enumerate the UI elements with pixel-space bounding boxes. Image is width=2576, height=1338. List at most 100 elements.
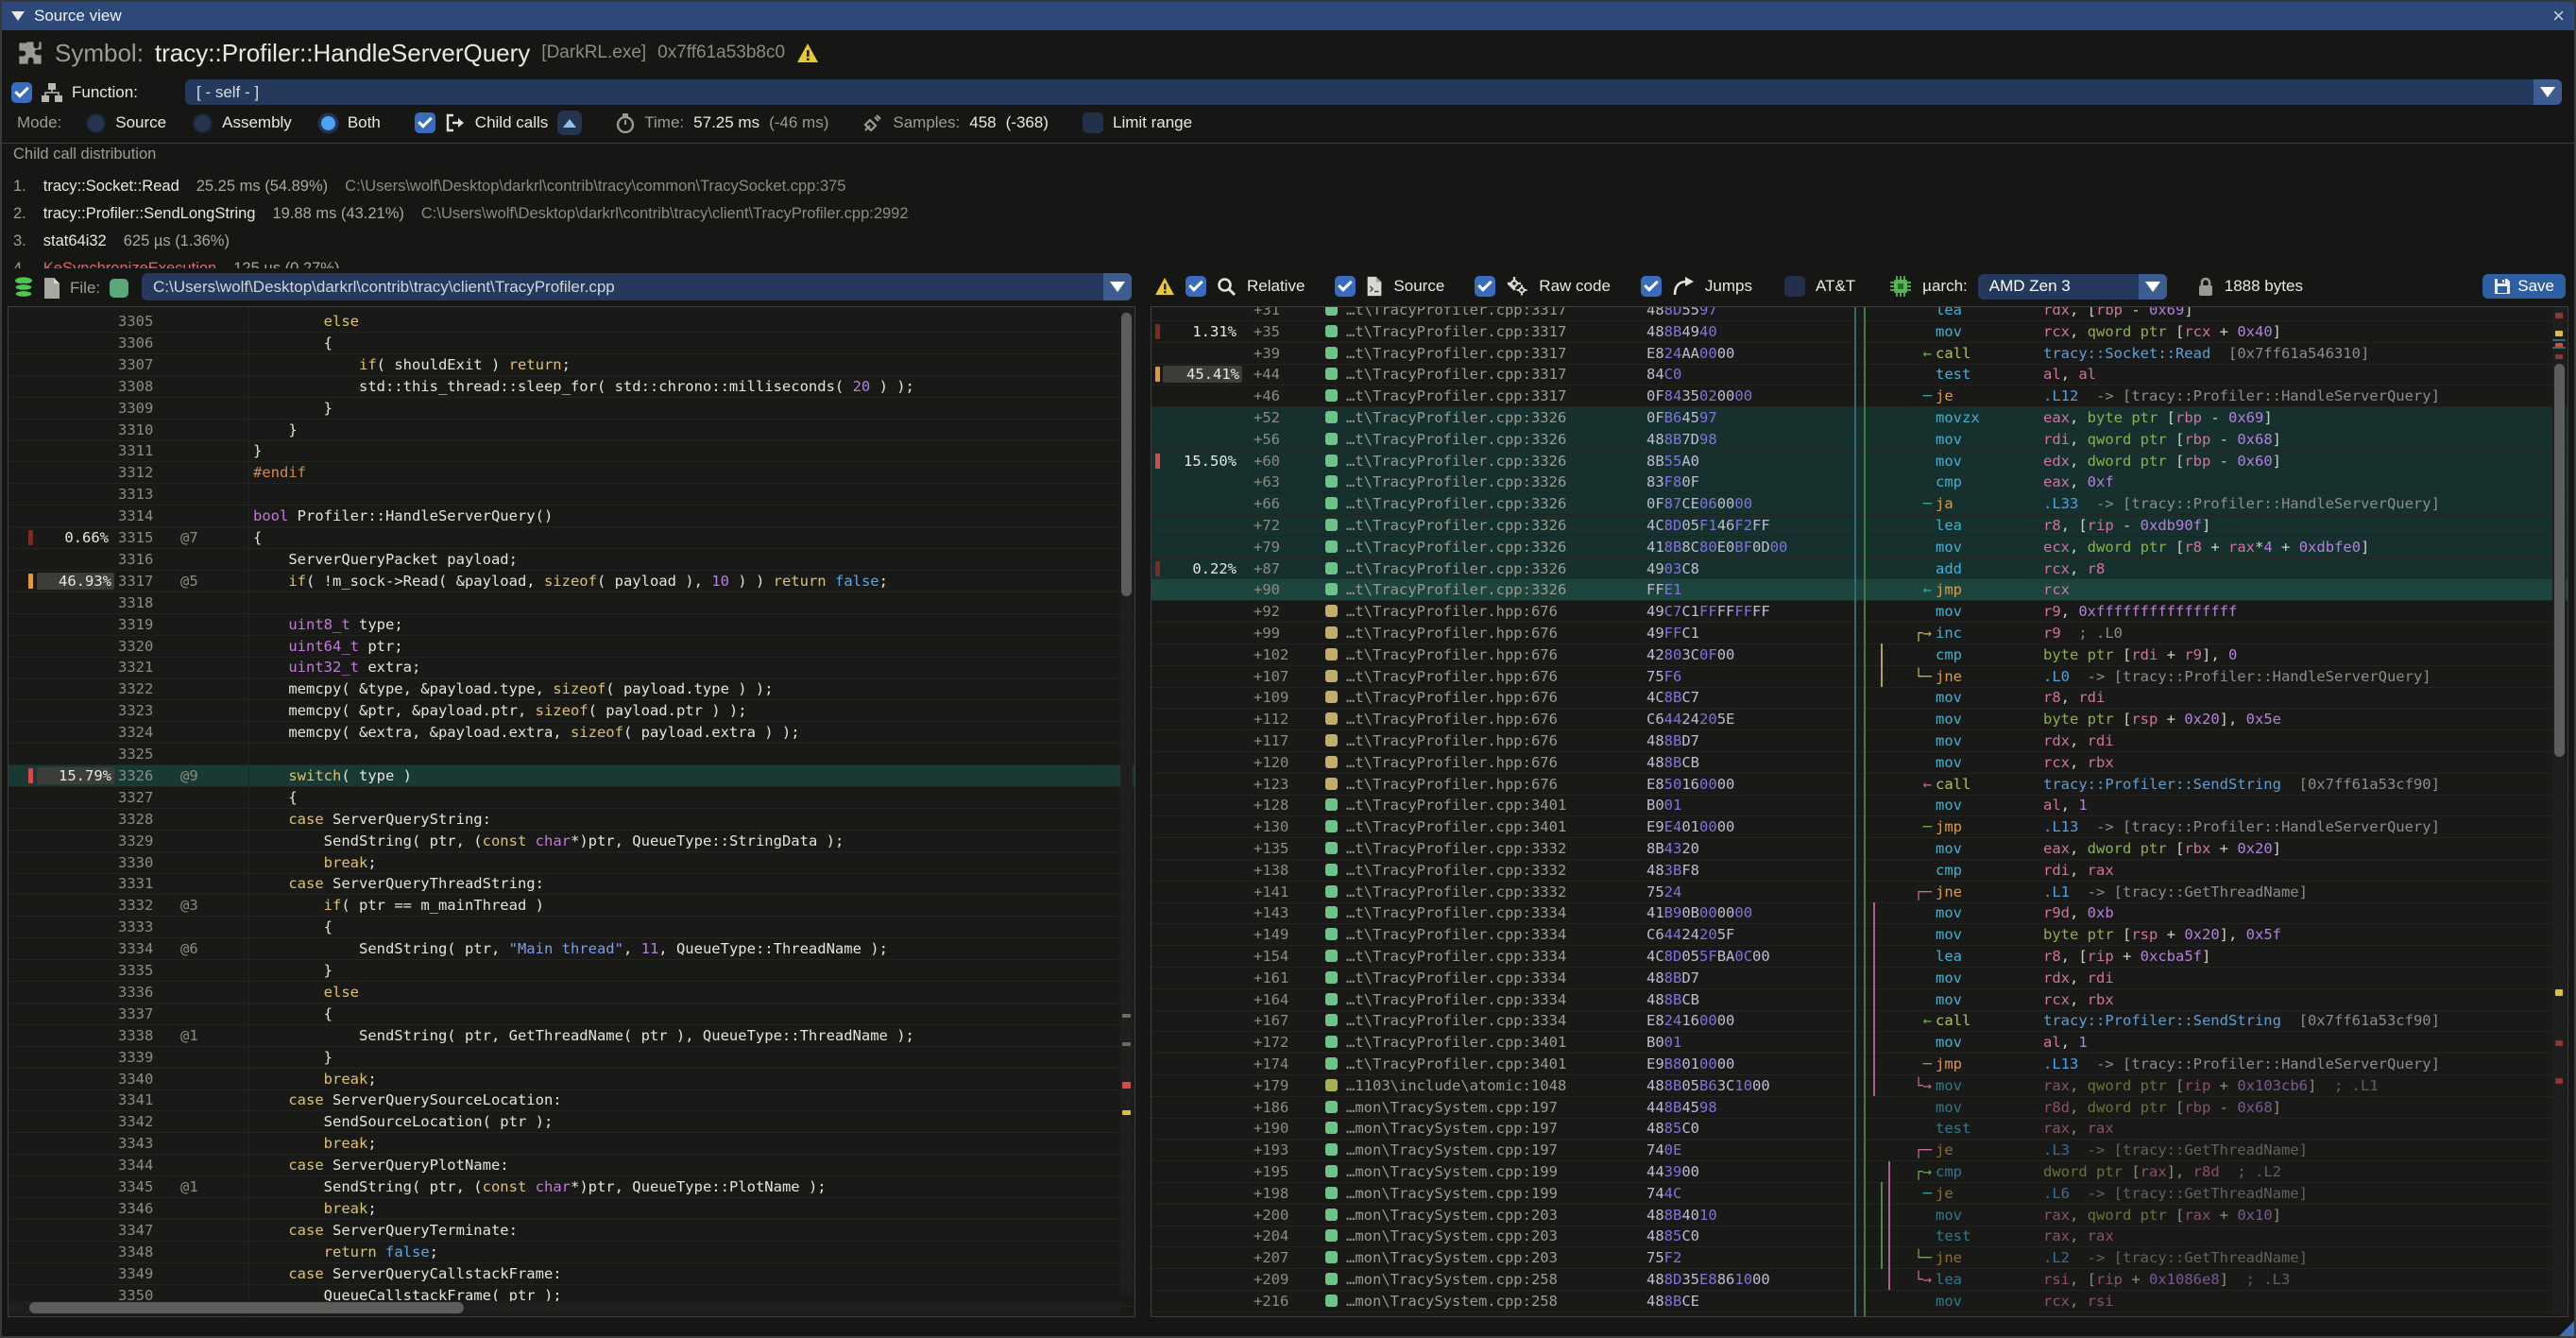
- jumps-checkbox[interactable]: [1641, 276, 1662, 297]
- asm-source-location[interactable]: …t\TracyProfiler.cpp:3326: [1346, 495, 1566, 512]
- asm-source-location[interactable]: …mon\TracySystem.cpp:203: [1346, 1249, 1558, 1266]
- line-number[interactable]: 3313: [118, 486, 153, 503]
- line-number[interactable]: 3337: [118, 1005, 153, 1022]
- line-number[interactable]: 3307: [118, 356, 153, 373]
- source-line-row[interactable]: 3324 memcpy( &extra, &payload.extra, siz…: [9, 722, 1134, 744]
- line-number[interactable]: 3330: [118, 854, 153, 871]
- asm-mnemonic[interactable]: add: [1936, 560, 1962, 577]
- att-label[interactable]: AT&T: [1816, 277, 1855, 296]
- function-select-arrow-icon[interactable]: [2533, 79, 2562, 105]
- asm-instruction-row[interactable]: 1.31%+35…t\TracyProfiler.cpp:3317488B494…: [1152, 321, 2567, 343]
- collapse-triangle-icon[interactable]: [11, 11, 25, 21]
- line-number[interactable]: 3347: [118, 1222, 153, 1239]
- asm-source-location[interactable]: …t\TracyProfiler.cpp:3317: [1346, 306, 1566, 318]
- source-line-row[interactable]: 3316 ServerQueryPacket payload;: [9, 549, 1134, 571]
- asm-mnemonic[interactable]: je: [1936, 387, 1953, 404]
- asm-mnemonic[interactable]: mov: [1936, 431, 1962, 448]
- asm-mnemonic[interactable]: mov: [1936, 1099, 1962, 1116]
- asm-instruction-row[interactable]: +198…mon\TracySystem.cpp:199744C─je.L6 -…: [1152, 1183, 2567, 1205]
- uarch-select-arrow-icon[interactable]: [2139, 274, 2167, 300]
- mode-option-both[interactable]: Both: [348, 113, 381, 132]
- asm-instruction-row[interactable]: +141…t\TracyProfiler.cpp:33327524┌─jne.L…: [1152, 882, 2567, 903]
- asm-instruction-row[interactable]: +90…t\TracyProfiler.cpp:3326FFE1←jmprcx: [1152, 579, 2567, 601]
- asm-source-location[interactable]: …t\TracyProfiler.hpp:676: [1346, 711, 1558, 728]
- asm-mnemonic[interactable]: mov: [1936, 323, 1962, 340]
- function-select[interactable]: [ - self - ]: [185, 79, 2562, 105]
- source-line-row[interactable]: 3332@3 if( ptr == m_mainThread ): [9, 895, 1134, 917]
- asm-mnemonic[interactable]: call: [1936, 1012, 1970, 1029]
- asm-instruction-row[interactable]: +123…t\TracyProfiler.hpp:676E850160000←c…: [1152, 774, 2567, 796]
- asm-mnemonic[interactable]: mov: [1936, 926, 1962, 943]
- line-number[interactable]: 3327: [118, 789, 153, 806]
- source-pane[interactable]: 3305 else3306 {3307 if( shouldExit ) ret…: [8, 306, 1135, 1317]
- asm-instruction-row[interactable]: +130…t\TracyProfiler.cpp:3401E9E4010000─…: [1152, 816, 2567, 838]
- child-call-entry[interactable]: 1.tracy::Socket::Read25.25 ms (54.89%)C:…: [13, 174, 845, 198]
- line-number[interactable]: 3346: [118, 1200, 153, 1217]
- asm-instruction-row[interactable]: +207…mon\TracySystem.cpp:20375F2└─jne.L2…: [1152, 1247, 2567, 1269]
- asm-mnemonic[interactable]: mov: [1936, 1077, 1962, 1094]
- asm-mnemonic[interactable]: call: [1936, 345, 1970, 362]
- mode-option-source[interactable]: Source: [115, 113, 166, 132]
- source-line-row[interactable]: 3349 case ServerQueryCallstackFrame:: [9, 1263, 1134, 1285]
- asm-source-location[interactable]: …mon\TracySystem.cpp:258: [1346, 1293, 1558, 1310]
- asm-instruction-row[interactable]: +107…t\TracyProfiler.hpp:67675F6└─jne.L0…: [1152, 666, 2567, 688]
- asm-instruction-row[interactable]: 0.22%+87…t\TracyProfiler.cpp:33264903C8a…: [1152, 558, 2567, 580]
- att-checkbox[interactable]: [1784, 276, 1805, 297]
- source-line-row[interactable]: 3327 {: [9, 787, 1134, 809]
- source-line-row[interactable]: 3310 }: [9, 420, 1134, 441]
- line-number[interactable]: 3314: [118, 507, 153, 524]
- line-number[interactable]: 3328: [118, 811, 153, 828]
- asm-mnemonic[interactable]: mov: [1936, 754, 1962, 771]
- child-call-entry[interactable]: 3.stat64i32625 µs (1.36%): [13, 229, 230, 253]
- asm-source-location[interactable]: …t\TracyProfiler.cpp:3326: [1346, 453, 1566, 470]
- asm-mnemonic[interactable]: lea: [1936, 517, 1962, 534]
- source-line-row[interactable]: 46.93%3317@5 if( !m_sock->Read( &payload…: [9, 571, 1134, 592]
- child-call-entry[interactable]: 2.tracy::Profiler::SendLongString19.88 m…: [13, 201, 909, 226]
- asm-source-location[interactable]: …mon\TracySystem.cpp:199: [1346, 1185, 1558, 1202]
- source-hscroll-thumb[interactable]: [29, 1302, 464, 1313]
- line-number[interactable]: 3322: [118, 680, 153, 697]
- relative-label[interactable]: Relative: [1247, 277, 1305, 296]
- asm-source-location[interactable]: …t\TracyProfiler.hpp:676: [1346, 668, 1558, 685]
- asm-instruction-row[interactable]: +209…mon\TracySystem.cpp:258488D35E88610…: [1152, 1269, 2567, 1291]
- asm-instruction-row[interactable]: +92…t\TracyProfiler.hpp:67649C7C1FFFFFFF…: [1152, 601, 2567, 623]
- raw-code-checkbox[interactable]: [1475, 276, 1495, 297]
- file-select-arrow-icon[interactable]: [1103, 273, 1132, 300]
- line-number[interactable]: 3338: [118, 1027, 153, 1044]
- source-line-row[interactable]: 3343 break;: [9, 1133, 1134, 1155]
- source-line-row[interactable]: 3328 case ServerQueryString:: [9, 809, 1134, 831]
- file-select[interactable]: C:\Users\wolf\Desktop\darkrl\contrib\tra…: [142, 273, 1132, 300]
- asm-source-location[interactable]: …t\TracyProfiler.cpp:3332: [1346, 840, 1566, 857]
- asm-instruction-row[interactable]: +117…t\TracyProfiler.hpp:676488BD7movrdx…: [1152, 730, 2567, 752]
- line-number[interactable]: 3318: [118, 594, 153, 611]
- asm-source-location[interactable]: …t\TracyProfiler.hpp:676: [1346, 646, 1558, 663]
- asm-mnemonic[interactable]: test: [1936, 366, 1970, 383]
- asm-instruction-row[interactable]: +52…t\TracyProfiler.cpp:33260FB64597movz…: [1152, 407, 2567, 429]
- source-line-row[interactable]: 3347 case ServerQueryTerminate:: [9, 1220, 1134, 1242]
- asm-mnemonic[interactable]: inc: [1936, 625, 1962, 642]
- line-number[interactable]: 3315: [118, 529, 153, 546]
- asm-mnemonic[interactable]: mov: [1936, 1293, 1962, 1310]
- asm-mnemonic[interactable]: mov: [1936, 732, 1962, 749]
- asm-source-location[interactable]: …t\TracyProfiler.cpp:3326: [1346, 473, 1566, 490]
- line-number[interactable]: 3320: [118, 638, 153, 655]
- asm-mnemonic[interactable]: jne: [1936, 883, 1962, 901]
- asm-source-location[interactable]: …t\TracyProfiler.cpp:3334: [1346, 991, 1566, 1008]
- asm-source-location[interactable]: …mon\TracySystem.cpp:199: [1346, 1163, 1558, 1180]
- asm-mnemonic[interactable]: je: [1936, 1141, 1953, 1158]
- line-number[interactable]: 3311: [118, 442, 153, 459]
- source-line-row[interactable]: 3323 memcpy( &ptr, &payload.ptr, sizeof(…: [9, 700, 1134, 722]
- source-line-row[interactable]: 3311}: [9, 440, 1134, 462]
- source-line-row[interactable]: 3344 case ServerQueryPlotName:: [9, 1155, 1134, 1176]
- line-number[interactable]: 3334: [118, 940, 153, 957]
- asm-instruction-row[interactable]: +102…t\TracyProfiler.hpp:67642803C0F00cm…: [1152, 644, 2567, 666]
- asm-instruction-row[interactable]: +154…t\TracyProfiler.cpp:33344C8D055FBA0…: [1152, 946, 2567, 968]
- asm-mnemonic[interactable]: mov: [1936, 991, 1962, 1008]
- asm-vscrollbar[interactable]: [2552, 307, 2566, 1314]
- asm-mnemonic[interactable]: lea: [1936, 948, 1962, 965]
- line-number[interactable]: 3344: [118, 1157, 153, 1174]
- asm-instruction-row[interactable]: +66…t\TracyProfiler.cpp:33260F87CE060000…: [1152, 493, 2567, 515]
- asm-source-location[interactable]: …t\TracyProfiler.cpp:3332: [1346, 862, 1566, 879]
- source-line-row[interactable]: 3348 return false;: [9, 1242, 1134, 1263]
- line-number[interactable]: 3309: [118, 400, 153, 417]
